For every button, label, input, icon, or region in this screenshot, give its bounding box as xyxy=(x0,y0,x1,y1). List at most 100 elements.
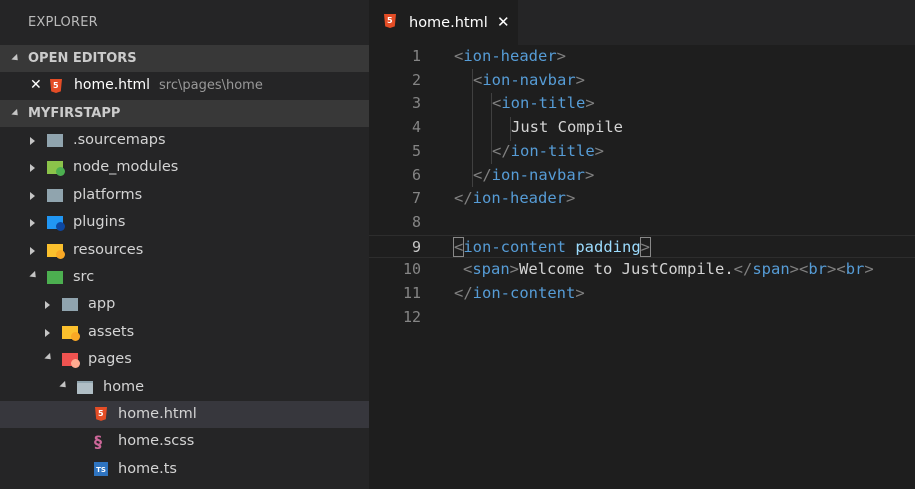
chevron-right-icon xyxy=(45,328,50,337)
tab-label: home.html xyxy=(409,15,488,31)
line-number: 10 xyxy=(402,260,421,279)
chevron-right-icon xyxy=(30,219,35,228)
node-folder-icon xyxy=(47,161,65,177)
line-number: 3 xyxy=(411,94,421,113)
code-text: </ion-header> xyxy=(454,189,576,208)
open-editor-name: home.html xyxy=(74,77,151,93)
tree-item-label: app xyxy=(88,296,116,313)
project-label: MYFIRSTAPP xyxy=(28,106,121,121)
line-number: 1 xyxy=(411,47,421,65)
code-text: </ion-content> xyxy=(454,284,585,302)
chevron-right-icon xyxy=(45,301,50,310)
code-line: 5 </ion-title> xyxy=(369,140,915,164)
line-number: 4 xyxy=(411,118,421,137)
line-number: 2 xyxy=(411,70,421,89)
src-folder-icon xyxy=(47,270,63,284)
html5-icon: 5 xyxy=(50,79,62,93)
tree-item-label: pages xyxy=(88,351,132,368)
line-number: 12 xyxy=(402,307,421,326)
chevron-down-icon xyxy=(29,270,39,281)
tree-item-src[interactable]: src xyxy=(0,264,369,291)
chevron-right-icon xyxy=(30,191,35,200)
tree-item-sourcemaps[interactable]: .sourcemaps xyxy=(0,127,369,154)
sass-icon: § xyxy=(94,432,102,452)
tree-item-label: resources xyxy=(73,241,144,258)
chevron-down-icon xyxy=(59,380,69,390)
code-line: 3 <ion-title> xyxy=(369,92,915,116)
assets-folder-icon xyxy=(62,325,80,341)
open-editors-header[interactable]: OPEN EDITORS xyxy=(0,45,369,72)
line-number: 7 xyxy=(411,189,421,208)
tree-item-label: home.ts xyxy=(118,460,177,477)
resources-folder-icon xyxy=(47,243,65,259)
chevron-down-icon xyxy=(11,53,21,64)
tree-item-label: home.scss xyxy=(118,433,195,450)
tree-item-pages[interactable]: pages xyxy=(0,346,369,373)
chevron-right-icon xyxy=(30,246,35,255)
editor-tab-bar: 5 home.html ✕ xyxy=(369,0,915,45)
chevron-right-icon xyxy=(30,137,35,145)
code-line: 2 <ion-navbar> xyxy=(369,69,915,93)
code-line: 6 </ion-navbar> xyxy=(369,164,915,188)
tree-item-label: assets xyxy=(88,323,135,340)
code-text: </ion-title> xyxy=(492,141,605,160)
code-editor[interactable]: 1 <ion-header> 2 <ion-navbar> 3 <ion-tit… xyxy=(369,45,915,489)
code-line: 1 <ion-header> xyxy=(369,45,915,69)
code-line-current: 9 <ion-content padding> xyxy=(369,234,915,259)
code-text: <ion-navbar> xyxy=(473,70,586,89)
line-number: 8 xyxy=(411,212,421,231)
tree-item-home-html[interactable]: 5 home.html xyxy=(0,400,369,429)
plugin-folder-icon xyxy=(47,216,65,232)
line-number: 6 xyxy=(411,165,421,184)
tree-item-label: .sourcemaps xyxy=(73,132,166,148)
code-text: <ion-header> xyxy=(454,47,567,65)
code-line: 10 <span>Welcome to JustCompile.</span><… xyxy=(369,258,915,282)
code-text: </ion-navbar> xyxy=(473,165,595,184)
tree-item-label: home xyxy=(103,378,145,395)
project-header[interactable]: MYFIRSTAPP xyxy=(0,100,369,127)
code-line: 7 </ion-header> xyxy=(369,187,915,211)
tree-item-label: home.html xyxy=(118,405,197,422)
explorer-sidebar: EXPLORER OPEN EDITORS ✕ 5 home.html src\… xyxy=(0,0,369,489)
tree-item-label: node_modules xyxy=(73,159,179,176)
tree-item-home-ts[interactable]: TS home.ts xyxy=(0,456,369,483)
tree-item-resources[interactable]: resources xyxy=(0,237,369,264)
explorer-title: EXPLORER xyxy=(28,15,98,30)
close-icon[interactable]: ✕ xyxy=(497,13,510,31)
tree-item-platforms[interactable]: platforms xyxy=(0,182,369,209)
code-text: <ion-title> xyxy=(492,94,595,113)
code-line: 12 xyxy=(369,306,915,330)
tree-item-node-modules[interactable]: node_modules xyxy=(0,154,369,181)
tree-item-home[interactable]: home xyxy=(0,374,369,401)
html5-icon: 5 xyxy=(384,14,396,28)
tree-item-home-scss[interactable]: § home.scss xyxy=(0,428,369,455)
close-icon[interactable]: ✕ xyxy=(30,77,42,93)
tree-item-assets[interactable]: assets xyxy=(0,319,369,346)
tab-home-html[interactable]: 5 home.html ✕ xyxy=(369,0,518,45)
code-text: Just Compile xyxy=(511,118,623,137)
code-text: <ion-content padding> xyxy=(452,236,652,257)
open-editor-path: src\pages\home xyxy=(159,78,263,93)
folder-icon xyxy=(62,298,78,312)
folder-icon xyxy=(47,188,63,202)
code-text: <span>Welcome to JustCompile.</span><br>… xyxy=(463,260,874,279)
open-folder-icon xyxy=(77,380,93,394)
open-editor-item[interactable]: ✕ 5 home.html src\pages\home xyxy=(0,72,369,100)
line-number: 9 xyxy=(411,237,421,256)
tree-item-app[interactable]: app xyxy=(0,291,369,318)
pages-folder-icon xyxy=(62,353,80,369)
code-line: 8 xyxy=(369,211,915,235)
line-number: 5 xyxy=(411,141,421,160)
open-editors-label: OPEN EDITORS xyxy=(28,51,137,66)
tree-item-plugins[interactable]: plugins xyxy=(0,209,369,236)
chevron-down-icon xyxy=(44,353,54,363)
typescript-icon: TS xyxy=(94,461,110,476)
chevron-right-icon xyxy=(30,164,35,173)
tree-item-label: plugins xyxy=(73,214,126,231)
line-number: 11 xyxy=(402,284,421,302)
chevron-down-icon xyxy=(11,108,21,119)
tree-item-label: src xyxy=(73,268,95,285)
code-line: 4 Just Compile xyxy=(369,116,915,140)
folder-icon xyxy=(47,134,63,147)
html5-icon: 5 xyxy=(95,406,111,421)
